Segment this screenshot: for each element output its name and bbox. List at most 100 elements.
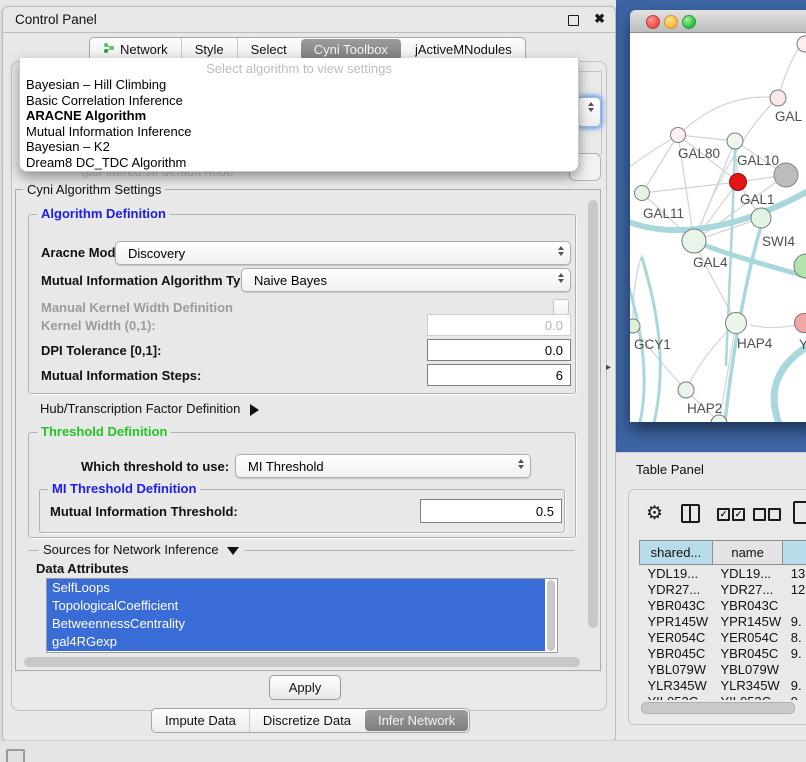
table-cell: 13 bbox=[783, 565, 806, 582]
attribute-item[interactable]: SelfLoops bbox=[47, 579, 545, 597]
network-edge[interactable] bbox=[642, 182, 738, 193]
table-row[interactable]: YIL052CYIL052C9. bbox=[640, 693, 806, 700]
document-icon[interactable] bbox=[793, 501, 806, 524]
network-node[interactable] bbox=[671, 128, 686, 143]
attributes-scrollbar[interactable] bbox=[547, 580, 555, 651]
select-all-icon[interactable]: ✓ bbox=[732, 508, 745, 521]
manual-kernel-label: Manual Kernel Width Definition bbox=[41, 300, 233, 315]
tab-infer-network[interactable]: Infer Network bbox=[365, 710, 468, 731]
data-attributes-list[interactable]: SelfLoopsTopologicalCoefficientBetweenne… bbox=[46, 578, 558, 653]
algorithm-option[interactable]: Bayesian – K2 bbox=[20, 139, 578, 155]
column-layout-icon[interactable] bbox=[681, 504, 700, 523]
node-label: GAL4 bbox=[693, 255, 728, 270]
table-row[interactable]: YDR27...YDR27...12 bbox=[640, 581, 806, 597]
table-row[interactable]: YBL079WYBL079W bbox=[640, 661, 806, 677]
hub-section-toggle[interactable]: Hub/Transcription Factor Definition bbox=[40, 401, 259, 416]
kernel-width-field[interactable]: 0.0 bbox=[427, 314, 571, 336]
table-cell: YBR043C bbox=[640, 597, 713, 613]
which-threshold-combo[interactable]: MI Threshold bbox=[235, 454, 531, 478]
close-traffic-light[interactable] bbox=[646, 15, 660, 29]
table-cell: YBR045C bbox=[640, 645, 713, 661]
select-all-icon[interactable]: ✓ bbox=[717, 508, 730, 521]
network-edge[interactable] bbox=[678, 97, 778, 135]
node-table[interactable]: shared...name YDL19...YDL19...13YDR27...… bbox=[639, 540, 806, 700]
network-node[interactable] bbox=[751, 208, 771, 228]
dpi-tolerance-field[interactable]: 0.0 bbox=[427, 339, 571, 361]
algorithm-option[interactable]: Basic Correlation Inference bbox=[20, 93, 578, 109]
hub-section-label: Hub/Transcription Factor Definition bbox=[40, 401, 240, 416]
attribute-item[interactable]: TopologicalCoefficient bbox=[47, 597, 545, 615]
cyni-bottom-tab-bar: Impute DataDiscretize Data Infer Network bbox=[151, 708, 470, 733]
zoom-traffic-light[interactable] bbox=[682, 15, 696, 29]
network-node[interactable] bbox=[770, 90, 786, 106]
algorithm-combo-stepper-fragment[interactable] bbox=[577, 97, 601, 127]
aracne-mode-combo[interactable]: Discovery bbox=[115, 241, 571, 265]
close-icon[interactable]: ✖ bbox=[594, 11, 605, 27]
collapsed-panel-icon[interactable] bbox=[6, 749, 25, 762]
table-row[interactable]: YER054CYER054C8. bbox=[640, 629, 806, 645]
network-node[interactable] bbox=[727, 133, 743, 149]
network-node[interactable] bbox=[726, 313, 747, 334]
table-cell: YBL079W bbox=[640, 661, 713, 677]
tab-discretize-data[interactable]: Discretize Data bbox=[249, 709, 364, 732]
table-cell: 9. bbox=[783, 613, 806, 629]
algorithm-option[interactable]: Mutual Information Inference bbox=[20, 124, 578, 140]
table-panel-inner: ⚙ ✓ ✓ shared...name YDL19...YDL19...13YD… bbox=[628, 489, 806, 725]
column-header[interactable]: shared... bbox=[640, 541, 713, 565]
column-header[interactable]: name bbox=[712, 541, 782, 565]
algorithm-option[interactable]: ARACNE Algorithm bbox=[20, 108, 578, 124]
minimize-traffic-light[interactable] bbox=[664, 15, 678, 29]
dpi-tolerance-label: DPI Tolerance [0,1]: bbox=[41, 343, 161, 358]
table-row[interactable]: YDL19...YDL19...13 bbox=[640, 565, 806, 582]
network-node[interactable] bbox=[682, 229, 706, 253]
network-canvas[interactable]: GALGAL80GAL10GAL1GAL11SWI4GAL4GCY1HAP4YH… bbox=[630, 33, 806, 422]
settings-vertical-scrollbar[interactable] bbox=[588, 200, 598, 628]
table-row[interactable]: YPR145WYPR145W9. bbox=[640, 613, 806, 629]
sources-section-toggle[interactable]: Sources for Network Inference bbox=[38, 542, 244, 557]
table-horizontal-scrollbar[interactable] bbox=[641, 702, 795, 714]
mi-type-combo[interactable]: Naive Bayes bbox=[241, 268, 571, 292]
collapse-arrow-icon bbox=[227, 547, 239, 555]
mi-steps-field[interactable]: 6 bbox=[427, 364, 571, 386]
network-edge[interactable] bbox=[678, 135, 735, 141]
table-row[interactable]: YBR045CYBR045C9. bbox=[640, 645, 806, 661]
threshold-definition-title: Threshold Definition bbox=[37, 424, 171, 439]
tab-label: Select bbox=[251, 42, 287, 57]
table-cell: YPR145W bbox=[712, 613, 782, 629]
table-row[interactable]: YLR345WYLR345W9. bbox=[640, 677, 806, 693]
tab-cyni-toolbox[interactable]: Cyni Toolbox bbox=[301, 39, 401, 60]
algorithm-option[interactable]: Bayesian – Hill Climbing bbox=[20, 77, 578, 93]
status-strip bbox=[0, 740, 806, 762]
tab-impute-data[interactable]: Impute Data bbox=[152, 709, 249, 732]
network-node[interactable] bbox=[635, 186, 650, 201]
attribute-item[interactable]: gal4RGexp bbox=[47, 633, 545, 651]
manual-kernel-checkbox[interactable] bbox=[553, 299, 569, 315]
attribute-item[interactable]: BetweennessCentrality bbox=[47, 615, 545, 633]
network-node[interactable] bbox=[678, 382, 694, 398]
table-cell: YBR043C bbox=[712, 597, 782, 613]
algorithm-dropdown-placeholder: Select algorithm to view settings bbox=[20, 61, 578, 77]
settings-horizontal-scrollbar[interactable] bbox=[24, 657, 580, 667]
table-row[interactable]: YBR043CYBR043C bbox=[640, 597, 806, 613]
mi-threshold-field[interactable]: 0.5 bbox=[420, 499, 562, 523]
network-node[interactable] bbox=[730, 174, 747, 191]
network-node[interactable] bbox=[795, 314, 806, 333]
deselect-all-icon[interactable] bbox=[768, 508, 781, 521]
algorithm-option[interactable]: Dream8 DC_TDC Algorithm bbox=[20, 155, 578, 171]
gear-icon[interactable]: ⚙ bbox=[646, 502, 663, 525]
inference-algorithm-groupbox-fragment bbox=[601, 71, 602, 155]
table-cell: YER054C bbox=[712, 629, 782, 645]
node-label: GAL1 bbox=[740, 192, 775, 207]
tab-label: Infer Network bbox=[378, 713, 455, 728]
deselect-all-icon[interactable] bbox=[753, 508, 766, 521]
node-label: HAP2 bbox=[687, 401, 722, 416]
float-icon[interactable] bbox=[568, 15, 579, 26]
network-window-titlebar[interactable] bbox=[630, 10, 806, 33]
table-cell: YPR145W bbox=[640, 613, 713, 629]
network-edge[interactable] bbox=[778, 43, 802, 98]
apply-button[interactable]: Apply bbox=[269, 675, 341, 700]
network-edge[interactable] bbox=[642, 135, 678, 193]
column-header[interactable] bbox=[783, 541, 806, 565]
network-node[interactable] bbox=[630, 319, 640, 333]
network-edge[interactable] bbox=[630, 135, 678, 171]
